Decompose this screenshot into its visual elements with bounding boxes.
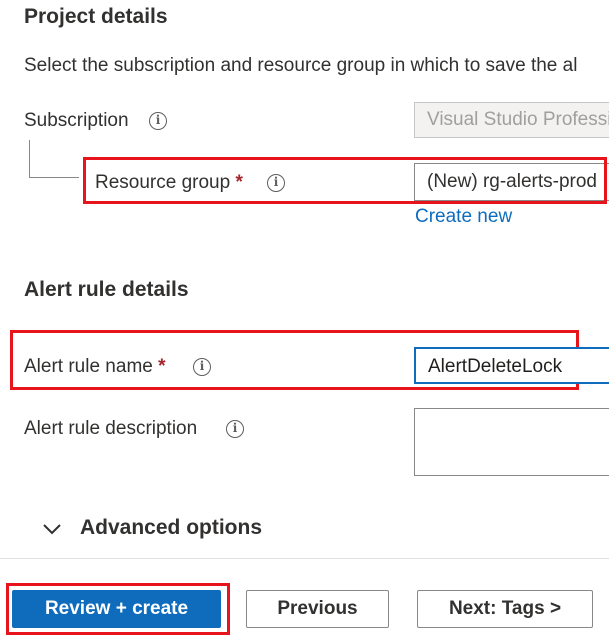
alert-rule-name-input[interactable]: AlertDeleteLock xyxy=(414,347,609,384)
alert-rule-name-label: Alert rule name * xyxy=(24,356,166,378)
advanced-options-label: Advanced options xyxy=(80,516,263,539)
alert-rule-name-label-text: Alert rule name xyxy=(24,356,153,377)
project-details-heading: Project details xyxy=(24,5,168,28)
alert-rule-description-label: Alert rule description xyxy=(24,418,198,439)
tree-connector-horizontal xyxy=(29,177,79,178)
tree-connector-vertical xyxy=(29,140,30,178)
required-marker: * xyxy=(158,356,166,377)
alert-rule-description-textarea[interactable] xyxy=(414,408,609,476)
chevron-down-icon xyxy=(43,524,61,535)
subscription-label: Subscription xyxy=(24,110,129,131)
next-tags-button[interactable]: Next: Tags > xyxy=(417,590,593,628)
subscription-dropdown[interactable]: Visual Studio Professi xyxy=(414,102,609,138)
resource-group-highlight xyxy=(83,157,607,204)
footer-divider xyxy=(0,558,609,559)
alert-rule-name-info-icon[interactable]: i xyxy=(193,358,211,376)
project-details-description: Select the subscription and resource gro… xyxy=(24,55,578,76)
review-create-button[interactable]: Review + create xyxy=(12,590,221,628)
create-new-link[interactable]: Create new xyxy=(415,206,512,228)
previous-button[interactable]: Previous xyxy=(246,590,389,628)
alert-rule-description-info-icon[interactable]: i xyxy=(226,420,244,438)
subscription-info-icon[interactable]: i xyxy=(149,112,167,130)
alert-rule-details-heading: Alert rule details xyxy=(24,278,189,301)
